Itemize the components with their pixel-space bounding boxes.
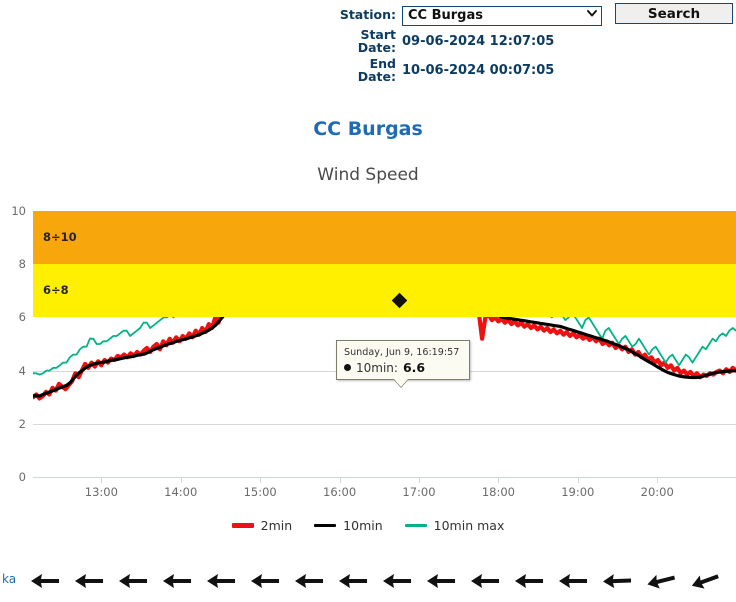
threshold-band-label: 8÷10: [43, 229, 77, 244]
wind-direction-arrow-icon: [72, 564, 106, 598]
station-select[interactable]: CC Burgas: [402, 6, 602, 26]
tooltip-series-name: 10min:: [356, 360, 398, 375]
chart-subtitle: Wind Speed: [317, 165, 419, 185]
wind-direction-arrow-icon: [160, 564, 194, 598]
chart-title: CC Burgas: [313, 118, 423, 140]
wind-speed-chart: CC Burgas Wind Speed 0 2 4 6 8 10 8÷10 6÷8 13:…: [0, 100, 736, 552]
y-axis-tick-label: 10: [11, 204, 26, 218]
x-axis-tick-label: 13:00: [84, 485, 118, 499]
start-date-label: Start Date:: [336, 28, 396, 54]
threshold-band-label: 6÷8: [43, 282, 69, 297]
wind-speed-page: Station: CC Burgas Search Start Date: 09…: [0, 0, 736, 602]
legend-item[interactable]: 2min: [231, 518, 293, 533]
x-axis-tick-mark: [101, 477, 103, 483]
start-date-value[interactable]: 09-06-2024 12:07:05: [402, 28, 554, 49]
legend-item[interactable]: 10min max: [404, 518, 505, 533]
y-axis-tick-label: 0: [18, 470, 26, 484]
wind-direction-arrow-icon: [644, 564, 678, 598]
y-axis-tick-label: 2: [18, 416, 26, 431]
x-axis-tick-label: 17:00: [402, 485, 436, 499]
x-axis-tick-label: 16:00: [323, 485, 357, 499]
wind-direction-arrow-icon: [556, 564, 590, 598]
x-axis-tick-mark: [339, 477, 341, 483]
tooltip-date: Sunday, Jun 9, 16:19:57: [344, 347, 460, 358]
tooltip-row: 10min: 6.6: [344, 360, 462, 375]
wind-direction-arrow-icon: [424, 564, 458, 598]
station-label: Station:: [339, 7, 396, 22]
wind-strip-label: ka: [2, 572, 17, 586]
wind-direction-arrow-icon: [116, 564, 150, 598]
end-date-label: End Date:: [336, 57, 396, 83]
chart-legend: 2min 10min 10min max: [0, 518, 736, 533]
tooltip-tail: [394, 379, 408, 387]
legend-swatch: [314, 524, 337, 527]
station-select-wrapper[interactable]: CC Burgas: [396, 4, 602, 26]
x-axis-tick-mark: [260, 477, 262, 483]
x-axis-tick-label: 19:00: [561, 485, 595, 499]
x-axis-line: [33, 477, 736, 478]
legend-item[interactable]: 10min: [314, 518, 383, 533]
x-axis-tick-mark: [180, 477, 182, 483]
x-axis-tick-mark: [498, 477, 500, 483]
start-date-row: Start Date: 09-06-2024 12:07:05: [336, 28, 555, 54]
wind-direction-arrow-icon: [28, 564, 62, 598]
legend-label: 2min: [260, 518, 293, 533]
threshold-band: 8÷10: [33, 211, 736, 265]
wind-direction-arrow-icon: [380, 564, 414, 598]
wind-direction-strip: ka: [0, 560, 736, 602]
tooltip-series-value: 6.6: [402, 360, 426, 375]
search-button[interactable]: Search: [615, 3, 733, 24]
x-axis-tick-mark: [418, 477, 420, 483]
wind-direction-arrow-icon: [292, 564, 326, 598]
wind-direction-arrow-icon: [688, 564, 722, 598]
legend-label: 10min: [343, 518, 383, 533]
station-row: Station: CC Burgas: [336, 4, 602, 26]
end-date-label-line2: Date:: [357, 69, 396, 84]
wind-direction-arrow-icon: [468, 564, 502, 598]
wind-direction-arrow-icon: [336, 564, 370, 598]
end-date-value[interactable]: 10-06-2024 00:07:05: [402, 57, 554, 78]
y-axis-tick-label: 6: [18, 310, 26, 325]
x-axis-tick-label: 14:00: [164, 485, 198, 499]
threshold-band: 6÷8: [33, 264, 736, 318]
legend-swatch: [404, 524, 427, 527]
wind-direction-arrow-icon: [600, 564, 634, 598]
x-axis-tick-mark: [657, 477, 659, 483]
x-axis-tick-label: 18:00: [481, 485, 515, 499]
chart-tooltip: Sunday, Jun 9, 16:19:57 10min: 6.6: [336, 340, 470, 387]
marker-halo: [390, 391, 409, 410]
wind-direction-arrow-icon: [248, 564, 282, 598]
query-form: Station: CC Burgas Search Start Date: 09…: [0, 0, 736, 95]
x-axis-tick-mark: [577, 477, 579, 483]
y-axis-tick-label: 4: [18, 363, 26, 378]
legend-swatch: [231, 523, 254, 528]
wind-direction-arrow-icon: [512, 564, 546, 598]
wind-direction-arrow-icon: [204, 564, 238, 598]
x-axis-tick-label: 15:00: [243, 485, 277, 499]
start-date-label-line2: Date:: [357, 40, 396, 55]
end-date-row: End Date: 10-06-2024 00:07:05: [336, 57, 555, 83]
tooltip-series-dot-icon: [344, 364, 351, 371]
x-axis-tick-label: 20:00: [640, 485, 674, 499]
legend-label: 10min max: [433, 518, 505, 533]
y-axis-tick-label: 8: [18, 257, 26, 272]
